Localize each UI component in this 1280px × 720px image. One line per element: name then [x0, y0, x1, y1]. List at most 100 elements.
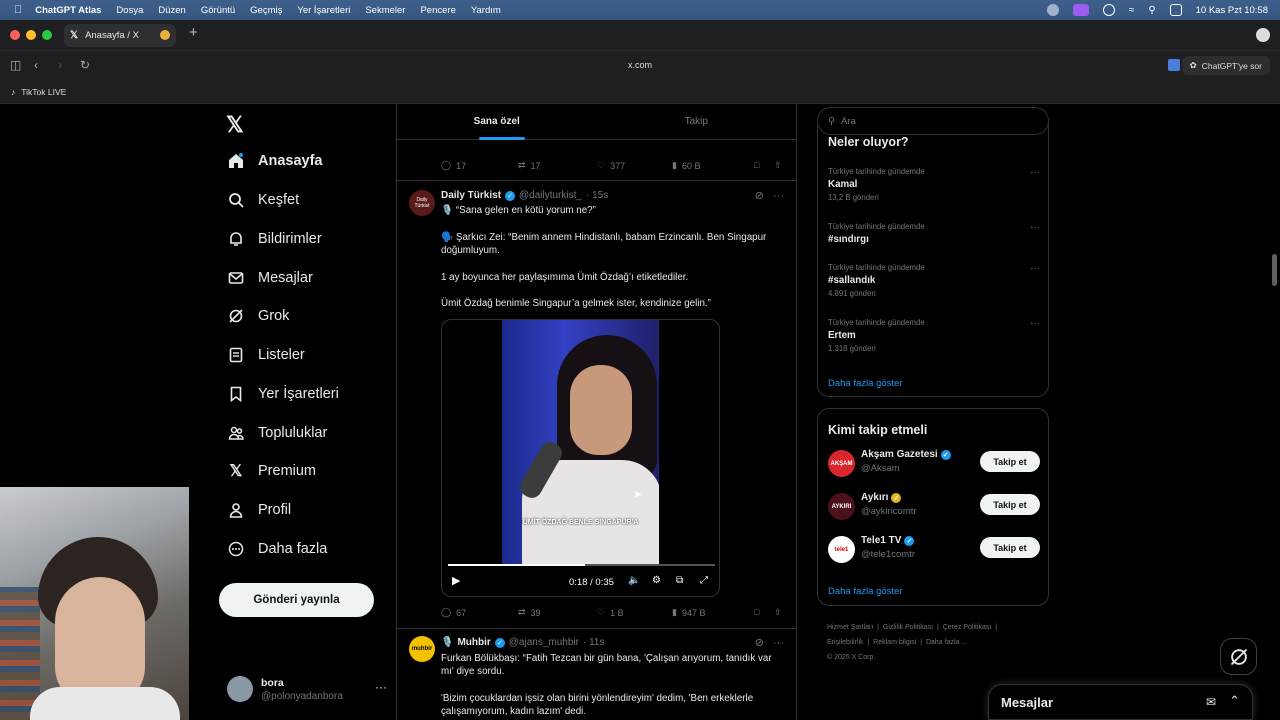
more-dots-icon[interactable]: ···	[375, 680, 387, 694]
pip-icon[interactable]: ⧉	[676, 575, 683, 586]
repost-button[interactable]: ⇄ 17	[518, 160, 541, 171]
nav-communities[interactable]: Topluluklar	[228, 419, 327, 447]
follow-suggestion[interactable]: AYKIRI Aykırı ✓ @aykiricomtr Takip et	[828, 491, 1040, 521]
nav-profile[interactable]: Profil	[228, 496, 291, 524]
footer-link[interactable]: Reklam bilgisi	[873, 639, 916, 646]
nav-lists[interactable]: Listeler	[228, 341, 305, 369]
views-button[interactable]: ▮ 60 B	[672, 160, 700, 171]
menu-file[interactable]: Dosya	[116, 5, 143, 16]
nav-explore[interactable]: Keşfet	[228, 186, 299, 214]
reply-button[interactable]: ◯ 67	[441, 607, 466, 618]
more-dots-icon[interactable]: ···	[1030, 222, 1040, 233]
volume-icon[interactable]: 🔈	[628, 575, 640, 586]
more-dots-icon[interactable]: ···	[773, 190, 784, 202]
account-switcher[interactable]: bora @polonyadanbora ···	[227, 674, 387, 704]
minimize-window-button[interactable]	[26, 30, 36, 40]
menu-edit[interactable]: Düzen	[158, 5, 185, 16]
views-button[interactable]: ▮ 947 B	[672, 607, 705, 618]
nav-bookmarks[interactable]: Yer İşaretleri	[228, 380, 339, 408]
follow-suggestion[interactable]: tele1 Tele1 TV ✓ @tele1comtr Takip et	[828, 534, 1040, 564]
screen-record-icon[interactable]	[1072, 4, 1089, 16]
share-button[interactable]: ⇧	[774, 607, 782, 618]
avatar[interactable]: muhbir	[409, 636, 435, 662]
video-progress-bar[interactable]	[448, 564, 715, 566]
footer-link[interactable]: Hizmet Şartları	[827, 624, 873, 631]
nav-grok[interactable]: Grok	[228, 302, 289, 330]
repost-button[interactable]: ⇄ 39	[518, 607, 541, 618]
more-dots-icon[interactable]: ···	[1030, 318, 1040, 329]
post-button[interactable]: Gönderi yayınla	[219, 583, 374, 617]
grok-icon[interactable]: ⊘	[755, 190, 764, 202]
menu-tabs[interactable]: Sekmeler	[365, 5, 405, 16]
grok-floating-button[interactable]	[1220, 638, 1257, 675]
x-logo-icon[interactable]: 𝕏	[226, 112, 244, 138]
tab-following[interactable]: Takip	[597, 104, 797, 139]
tweet-author-handle[interactable]: @ajans_muhbir	[509, 637, 579, 648]
share-button[interactable]: ⇧	[774, 160, 782, 171]
follow-button[interactable]: Takip et	[980, 537, 1040, 558]
apple-icon[interactable]: 	[14, 4, 22, 16]
footer-link[interactable]: Daha fazla ...	[926, 639, 967, 646]
tab-for-you[interactable]: Sana özel	[397, 104, 597, 140]
like-button[interactable]: ♡ 1 B	[597, 607, 624, 618]
nav-premium[interactable]: 𝕏 Premium	[228, 457, 316, 485]
page-scrollbar[interactable]	[1272, 254, 1277, 286]
tweet-author-name[interactable]: Daily Türkist	[441, 190, 501, 201]
grok-icon[interactable]: ⊘	[755, 637, 764, 649]
tweet-time[interactable]: · 11s	[583, 637, 605, 648]
avatar[interactable]: Daily Türkist	[409, 190, 435, 216]
zoom-window-button[interactable]	[42, 30, 52, 40]
footer-link[interactable]: Gizlilik Politikası	[883, 624, 933, 631]
footer-link[interactable]: Çerez Politikası	[943, 624, 992, 631]
follow-button[interactable]: Takip et	[980, 494, 1040, 515]
menu-app-name[interactable]: ChatGPT Atlas	[35, 5, 101, 16]
follow-suggestion[interactable]: AKŞAM Akşam Gazetesi ✓ @Aksam Takip et	[828, 448, 1040, 478]
control-center-icon[interactable]	[1169, 4, 1182, 16]
menu-help[interactable]: Yardım	[471, 5, 501, 16]
address-bar[interactable]: x.com	[0, 60, 1280, 70]
menu-window[interactable]: Pencere	[420, 5, 455, 16]
play-circle-icon[interactable]	[1102, 4, 1115, 16]
bookmark-tiktok-live[interactable]: TikTok LIVE	[21, 87, 66, 97]
reply-button[interactable]: ◯ 17	[441, 160, 466, 171]
nav-messages[interactable]: Mesajlar	[228, 264, 313, 292]
play-icon[interactable]: ▶	[452, 574, 460, 587]
video-frame[interactable]: ÜMİT ÖZDAĞ BENLE SİNGAPUR'A	[502, 320, 659, 565]
tab-active[interactable]: 𝕏 Anasayfa / X	[64, 24, 176, 47]
nav-home[interactable]: Anasayfa	[228, 147, 322, 175]
close-window-button[interactable]	[10, 30, 20, 40]
follow-button[interactable]: Takip et	[980, 451, 1040, 472]
tab-audio-indicator-icon[interactable]	[160, 30, 170, 40]
more-dots-icon[interactable]: ···	[773, 637, 784, 649]
messages-dock[interactable]: Mesajlar ✉ ⌃	[988, 684, 1253, 720]
show-more-follow-link[interactable]: Daha fazla göster	[828, 586, 902, 597]
footer-link[interactable]: Erişilebilirlik	[827, 639, 864, 646]
trend-item[interactable]: Türkiye tarihinde gündemde #sındırgı ···	[828, 222, 1040, 245]
tweet-author-name[interactable]: Muhbir	[457, 637, 490, 648]
translate-icon[interactable]	[1168, 59, 1180, 71]
bookmark-tweet-button[interactable]: □	[754, 607, 759, 617]
status-app-icon[interactable]	[1046, 4, 1059, 16]
video-player[interactable]: ÜMİT ÖZDAĞ BENLE SİNGAPUR'A ▶ 0:18 / 0:3…	[441, 319, 720, 597]
new-message-icon[interactable]: ✉	[1206, 695, 1216, 709]
trend-item[interactable]: Türkiye tarihinde gündemde Kamal 13,2 B …	[828, 167, 1040, 202]
ask-chatgpt-button[interactable]: ✿ ChatGPT'ye sor	[1181, 56, 1270, 75]
trend-item[interactable]: Türkiye tarihinde gündemde #sallandık 4.…	[828, 263, 1040, 298]
clock[interactable]: 10 Kas Pzt 10:58	[1196, 5, 1268, 16]
menu-view[interactable]: Görüntü	[201, 5, 235, 16]
more-dots-icon[interactable]: ···	[1030, 167, 1040, 178]
show-more-trends-link[interactable]: Daha fazla göster	[828, 378, 902, 389]
fullscreen-icon[interactable]: ⤢	[700, 575, 708, 586]
spotlight-search-icon[interactable]: ⚲	[1148, 5, 1155, 16]
wifi-icon[interactable]: ≈	[1129, 5, 1135, 16]
more-dots-icon[interactable]: ···	[1030, 263, 1040, 274]
expand-icon[interactable]: ⌃	[1229, 693, 1240, 709]
menu-history[interactable]: Geçmiş	[250, 5, 282, 16]
nav-more[interactable]: Daha fazla	[228, 535, 327, 563]
new-tab-button[interactable]: +	[189, 24, 198, 41]
nav-notifications[interactable]: Bildirimler	[228, 225, 322, 253]
settings-gear-icon[interactable]: ⚙	[652, 575, 661, 586]
menu-bookmarks[interactable]: Yer İşaretleri	[297, 5, 350, 16]
trend-item[interactable]: Türkiye tarihinde gündemde Ertem 1.318 g…	[828, 318, 1040, 353]
browser-profile-avatar[interactable]	[1256, 28, 1270, 42]
